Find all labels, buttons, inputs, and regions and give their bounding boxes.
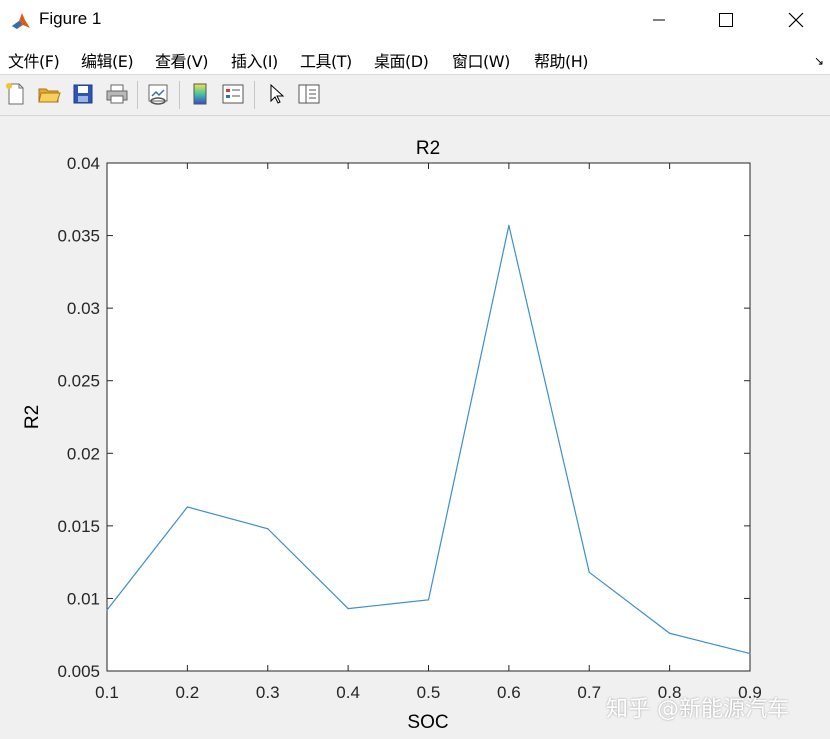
edit-plot-icon[interactable] xyxy=(263,81,289,107)
y-tick-label: 0.02 xyxy=(67,444,100,463)
data-point xyxy=(427,599,430,601)
x-tick-label: 0.7 xyxy=(577,683,601,702)
x-tick-label: 0.5 xyxy=(417,683,441,702)
data-point xyxy=(347,607,349,610)
matlab-logo-icon xyxy=(10,10,32,32)
menu-help[interactable]: 帮助(H) xyxy=(534,48,589,72)
colorbar-icon[interactable] xyxy=(187,81,213,107)
menu-view[interactable]: 查看(V) xyxy=(155,48,208,72)
minimize-button[interactable] xyxy=(636,0,682,40)
title-bar: Figure 1 xyxy=(0,0,830,40)
toolbar-separator xyxy=(179,81,180,109)
x-axis-label: SOC xyxy=(407,712,448,733)
data-point xyxy=(186,506,188,508)
x-tick-label: 0.6 xyxy=(497,683,521,702)
window-title: Figure 1 xyxy=(39,9,102,28)
data-point xyxy=(669,632,671,634)
x-tick-label: 0.2 xyxy=(176,683,200,702)
save-icon[interactable] xyxy=(70,81,96,107)
dock-arrow-icon[interactable]: ↘ xyxy=(814,54,824,68)
data-point xyxy=(508,224,510,227)
toolbar-separator xyxy=(137,81,138,109)
y-tick-label: 0.025 xyxy=(57,372,100,391)
figure-canvas: R2 SOC R2 0.1 0.2 0.3 0.4 0.5 0.6 0.7 0.8 0.9 0.… xyxy=(0,116,830,739)
y-tick-label: 0.015 xyxy=(57,517,100,536)
menu-bar: 文件(F) 编辑(E) 查看(V) 插入(I) 工具(T) 桌面(D) 窗口(W… xyxy=(0,40,830,75)
data-point xyxy=(749,652,751,655)
data-point xyxy=(588,571,590,573)
data-point xyxy=(267,528,269,530)
axes-box xyxy=(106,162,751,672)
minimize-icon xyxy=(653,19,665,21)
y-tick-label: 0.04 xyxy=(67,154,100,173)
print-icon[interactable] xyxy=(104,81,130,107)
link-plot-icon[interactable] xyxy=(145,81,171,107)
menu-tools[interactable]: 工具(T) xyxy=(300,48,352,72)
y-tick-label: 0.03 xyxy=(67,299,100,318)
property-inspector-icon[interactable] xyxy=(296,81,322,107)
y-tick-label: 0.01 xyxy=(67,589,100,608)
x-tick-label: 0.3 xyxy=(256,683,280,702)
menu-desktop[interactable]: 桌面(D) xyxy=(374,48,429,72)
y-tick-label: 0.035 xyxy=(57,227,100,246)
maximize-icon xyxy=(719,13,733,27)
y-axis-label: R2 xyxy=(22,405,43,429)
menu-insert[interactable]: 插入(I) xyxy=(231,48,278,72)
menu-edit[interactable]: 编辑(E) xyxy=(81,48,134,72)
x-tick-label: 0.1 xyxy=(95,683,119,702)
close-button[interactable] xyxy=(773,0,819,40)
open-file-icon[interactable] xyxy=(36,81,62,107)
close-icon xyxy=(788,12,804,28)
toolbar-separator xyxy=(254,81,255,109)
legend-icon[interactable] xyxy=(220,81,246,107)
watermark: 知乎 @新能源汽车 xyxy=(606,697,789,722)
x-tick-label: 0.4 xyxy=(336,683,360,702)
y-tick-label: 0.005 xyxy=(57,662,100,681)
menu-window[interactable]: 窗口(W) xyxy=(452,48,510,72)
data-point xyxy=(106,609,108,611)
toolbar xyxy=(0,75,830,116)
chart-title: R2 xyxy=(416,138,440,159)
maximize-button[interactable] xyxy=(703,0,749,40)
new-figure-icon[interactable] xyxy=(3,81,29,107)
menu-file[interactable]: 文件(F) xyxy=(8,48,60,72)
